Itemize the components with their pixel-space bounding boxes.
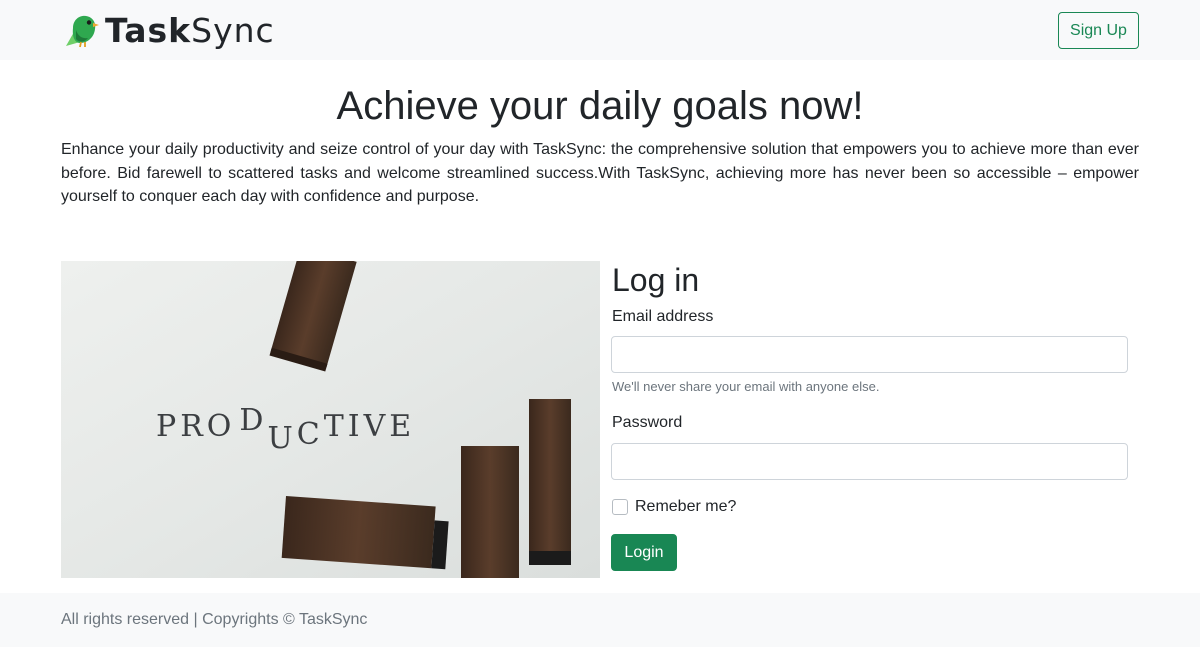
remember-me-checkbox[interactable] — [612, 499, 628, 515]
stamp-letter: V — [363, 409, 390, 444]
top-navbar: TaskSync Sign Up — [0, 0, 1200, 60]
stamp-letter: P — [156, 409, 180, 444]
signup-button[interactable]: Sign Up — [1058, 12, 1139, 49]
password-input[interactable] — [611, 443, 1128, 480]
remember-me[interactable]: Remeber me? — [612, 498, 736, 516]
footer: All rights reserved | Copyrights © TaskS… — [0, 593, 1200, 647]
hero-image: PRO DUCTIVE — [61, 261, 600, 578]
stamp-letter: E — [389, 409, 415, 444]
stamp-letter: O — [207, 409, 236, 444]
stamp-letter: T — [324, 409, 348, 444]
password-label: Password — [612, 414, 683, 431]
brand-name-light: Sync — [191, 10, 275, 50]
stamp-letter: D — [239, 403, 267, 438]
brand-name: TaskSync — [105, 14, 275, 47]
stamp-letter: C — [297, 417, 324, 452]
intro-paragraph: Enhance your daily productivity and seiz… — [61, 141, 1139, 205]
email-input[interactable] — [611, 336, 1128, 373]
brand-logo[interactable]: TaskSync — [64, 11, 275, 49]
bird-icon — [66, 15, 99, 48]
remember-me-label[interactable]: Remeber me? — [635, 498, 736, 516]
page-headline: Achieve your daily goals now! — [336, 84, 864, 128]
footer-text: All rights reserved | Copyrights © TaskS… — [61, 611, 368, 628]
stamp-letter: R — [180, 409, 207, 444]
email-label: Email address — [612, 308, 714, 325]
productive-stamps-photo: PRO DUCTIVE — [61, 261, 600, 578]
login-button[interactable]: Login — [611, 534, 677, 571]
email-help-text: We'll never share your email with anyone… — [612, 379, 880, 394]
login-title: Log in — [612, 262, 700, 298]
brand-name-bold: Task — [105, 10, 192, 50]
stamp-letter: I — [348, 409, 364, 444]
stamp-letter: U — [267, 421, 296, 456]
